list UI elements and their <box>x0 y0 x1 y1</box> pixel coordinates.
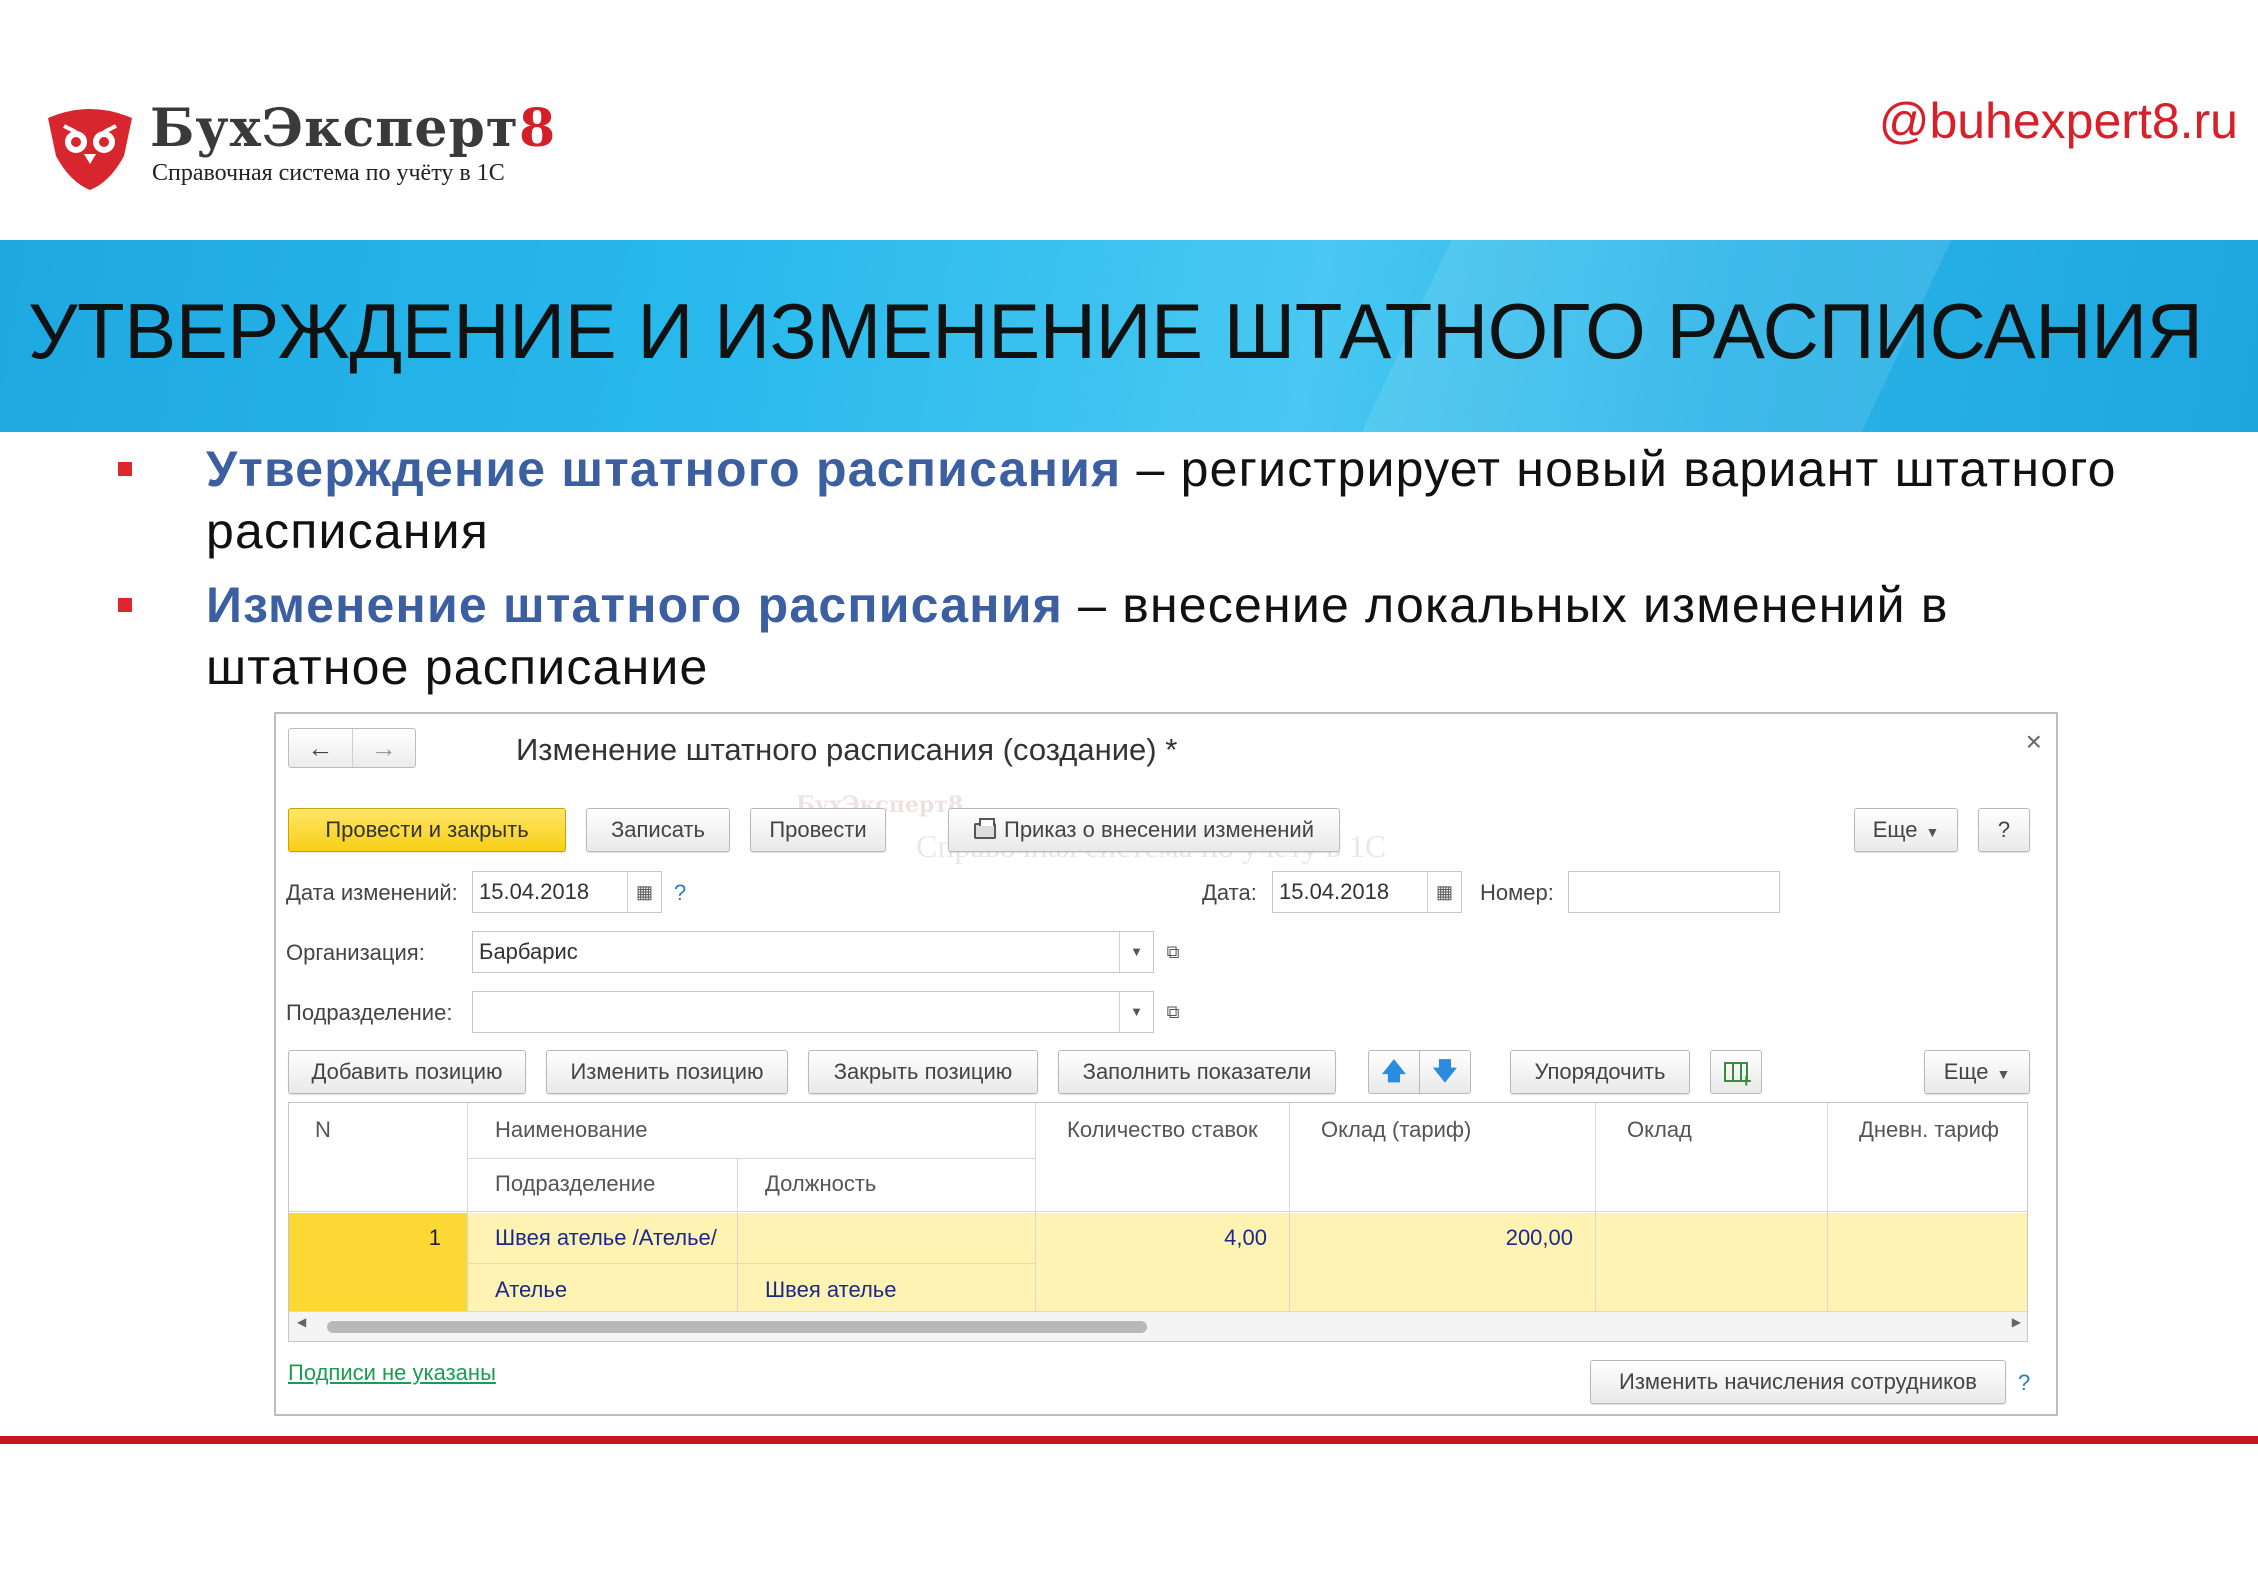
calendar-icon[interactable]: ▦ <box>627 872 661 912</box>
help-icon[interactable]: ? <box>2018 1370 2030 1396</box>
scroll-left-icon[interactable]: ◀ <box>297 1315 306 1329</box>
slide-title: УТВЕРЖДЕНИЕ И ИЗМЕНЕНИЕ ШТАТНОГО РАСПИСА… <box>28 287 2203 375</box>
edit-position-button[interactable]: Изменить позицию <box>546 1050 788 1094</box>
column-header-daily-rate[interactable]: Дневн. тариф <box>1859 1117 1999 1143</box>
open-link-icon[interactable]: ⧉ <box>1158 936 1188 968</box>
chevron-down-icon: ▼ <box>1996 1066 2011 1082</box>
date-field[interactable]: 15.04.2018 ▦ <box>1272 871 1462 913</box>
chevron-down-icon: ▼ <box>1925 824 1940 840</box>
cell-n: 1 <box>428 1225 441 1250</box>
bullet-item: Изменение штатного расписания – внесение… <box>110 574 2130 698</box>
open-link-icon[interactable]: ⧉ <box>1158 996 1188 1028</box>
cell-department: Ателье <box>495 1277 568 1302</box>
print-order-button[interactable]: Приказ о внесении изменений <box>948 808 1340 852</box>
brand-logo: БухЭксперт8 Справочная система по учёту … <box>44 98 555 198</box>
calendar-icon[interactable]: ▦ <box>1427 872 1461 912</box>
column-header-position[interactable]: Должность <box>765 1171 876 1197</box>
bottom-divider <box>0 1436 2258 1444</box>
department-field[interactable]: ▼ <box>472 991 1154 1033</box>
back-arrow-icon[interactable]: ← <box>289 729 352 767</box>
department-label: Подразделение: <box>286 1000 453 1025</box>
brand-site: @buhexpert8.ru <box>1878 93 2238 149</box>
cell-name: Швея ателье /Ателье/ <box>495 1225 717 1250</box>
column-header-salary-rate[interactable]: Оклад (тариф) <box>1321 1117 1471 1143</box>
move-up-arrow-icon[interactable]: 🡅 <box>1368 1050 1420 1094</box>
column-header-rates[interactable]: Количество ставок <box>1067 1117 1258 1143</box>
column-header-salary[interactable]: Оклад <box>1627 1117 1692 1143</box>
column-header-name[interactable]: Наименование <box>495 1117 648 1143</box>
owl-shield-icon <box>48 109 132 190</box>
cell-salary-rate: 200,00 <box>1505 1225 1573 1250</box>
number-label: Номер: <box>1480 880 1554 905</box>
horizontal-scrollbar[interactable]: ◀ ▶ <box>289 1311 2027 1341</box>
bullet-term: Утверждение штатного расписания <box>206 441 1122 497</box>
help-icon[interactable]: ? <box>674 880 686 906</box>
date-label: Дата: <box>1202 880 1257 905</box>
table-more-button[interactable]: Еще ▼ <box>1924 1050 2030 1094</box>
staff-table: N Наименование Подразделение Должность К… <box>288 1102 2028 1342</box>
change-date-field[interactable]: 15.04.2018 ▦ <box>472 871 662 913</box>
bullet-item: Утверждение штатного расписания – регист… <box>110 438 2130 562</box>
brand-subtitle: Справочная система по учёту в 1С <box>152 160 505 186</box>
scroll-right-icon[interactable]: ▶ <box>2012 1315 2021 1329</box>
close-position-button[interactable]: Закрыть позицию <box>808 1050 1038 1094</box>
change-accruals-button[interactable]: Изменить начисления сотрудников <box>1590 1360 2006 1404</box>
bullet-square-icon <box>118 462 132 476</box>
organization-field[interactable]: Барбарис ▼ <box>472 931 1154 973</box>
bullet-list: Утверждение штатного расписания – регист… <box>110 438 2130 710</box>
organization-label: Организация: <box>286 940 425 965</box>
table-settings-icon[interactable]: + <box>1710 1050 1762 1094</box>
column-header-department[interactable]: Подразделение <box>495 1171 655 1197</box>
more-button[interactable]: Еще ▼ <box>1854 808 1958 852</box>
cell-rates: 4,00 <box>1224 1225 1267 1250</box>
cell-position: Швея ателье <box>765 1277 897 1302</box>
chevron-down-icon[interactable]: ▼ <box>1119 932 1153 972</box>
help-button[interactable]: ? <box>1978 808 2030 852</box>
chevron-down-icon[interactable]: ▼ <box>1119 992 1153 1032</box>
forward-arrow-icon[interactable]: → <box>351 729 416 767</box>
save-button[interactable]: Записать <box>586 808 730 852</box>
fill-indicators-button[interactable]: Заполнить показатели <box>1058 1050 1336 1094</box>
bullet-term: Изменение штатного расписания <box>206 577 1064 633</box>
number-field[interactable] <box>1568 871 1780 913</box>
move-down-arrow-icon[interactable]: 🡇 <box>1419 1050 1471 1094</box>
scrollbar-thumb[interactable] <box>327 1321 1147 1333</box>
brand-name: БухЭксперт8 <box>150 98 557 159</box>
bullet-square-icon <box>118 598 132 612</box>
sort-button[interactable]: Упорядочить <box>1510 1050 1690 1094</box>
printer-icon <box>974 818 996 839</box>
window-title: Изменение штатного расписания (создание)… <box>516 732 1178 767</box>
change-date-label: Дата изменений: <box>286 880 458 905</box>
title-banner: УТВЕРЖДЕНИЕ И ИЗМЕНЕНИЕ ШТАТНОГО РАСПИСА… <box>0 240 2258 432</box>
post-button[interactable]: Провести <box>750 808 886 852</box>
history-nav: ← → <box>288 728 416 768</box>
post-and-close-button[interactable]: Провести и закрыть <box>288 808 566 852</box>
signatures-link[interactable]: Подписи не указаны <box>288 1360 496 1386</box>
add-position-button[interactable]: Добавить позицию <box>288 1050 526 1094</box>
column-header-n[interactable]: N <box>315 1117 331 1143</box>
document-window: БухЭксперт8 Справочная система по учёту … <box>274 712 2058 1416</box>
close-icon[interactable]: × <box>2026 726 2042 758</box>
